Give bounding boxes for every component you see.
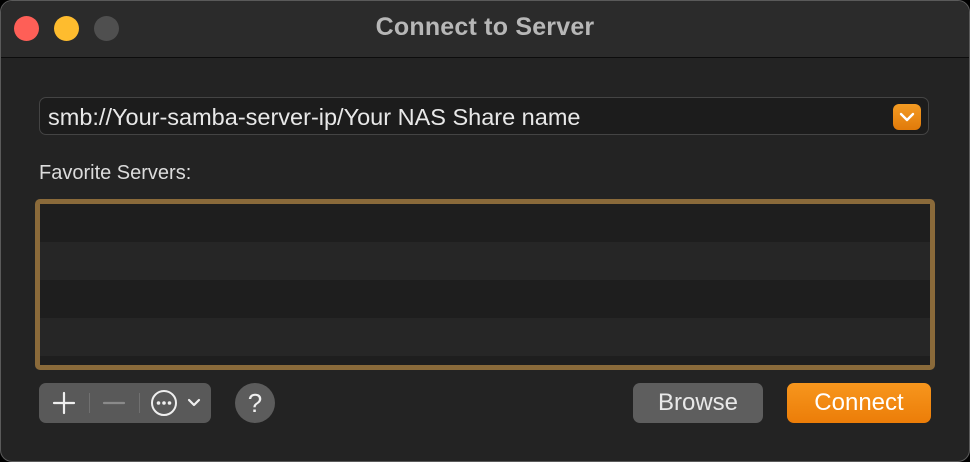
add-favorite-button[interactable] bbox=[39, 383, 89, 423]
minus-icon bbox=[102, 401, 126, 405]
favorite-servers-label: Favorite Servers: bbox=[39, 162, 192, 184]
connect-to-server-window: Connect to Server smb://Your-samba-serve… bbox=[0, 0, 970, 462]
connect-button[interactable]: Connect bbox=[787, 383, 931, 423]
favorite-servers-list[interactable] bbox=[35, 199, 935, 370]
browse-button[interactable]: Browse bbox=[633, 383, 763, 423]
window-title: Connect to Server bbox=[375, 13, 595, 41]
help-button[interactable]: ? bbox=[235, 383, 275, 423]
favorites-segmented-control bbox=[39, 383, 211, 423]
title-bar: Connect to Server bbox=[1, 1, 969, 58]
list-row[interactable] bbox=[40, 204, 930, 242]
ellipsis-circle-icon bbox=[151, 390, 201, 416]
list-row[interactable] bbox=[40, 318, 930, 356]
remove-favorite-button[interactable] bbox=[89, 383, 139, 423]
recent-servers-dropdown-button[interactable] bbox=[893, 104, 921, 130]
plus-icon bbox=[52, 391, 76, 415]
list-row[interactable] bbox=[40, 242, 930, 280]
list-row[interactable] bbox=[40, 356, 930, 365]
favorites-actions-menu-button[interactable] bbox=[139, 383, 211, 423]
chevron-down-icon bbox=[899, 112, 915, 122]
server-address-combobox[interactable]: smb://Your-samba-server-ip/Your NAS Shar… bbox=[39, 97, 929, 135]
server-address-input[interactable]: smb://Your-samba-server-ip/Your NAS Shar… bbox=[48, 104, 580, 131]
list-row[interactable] bbox=[40, 280, 930, 318]
